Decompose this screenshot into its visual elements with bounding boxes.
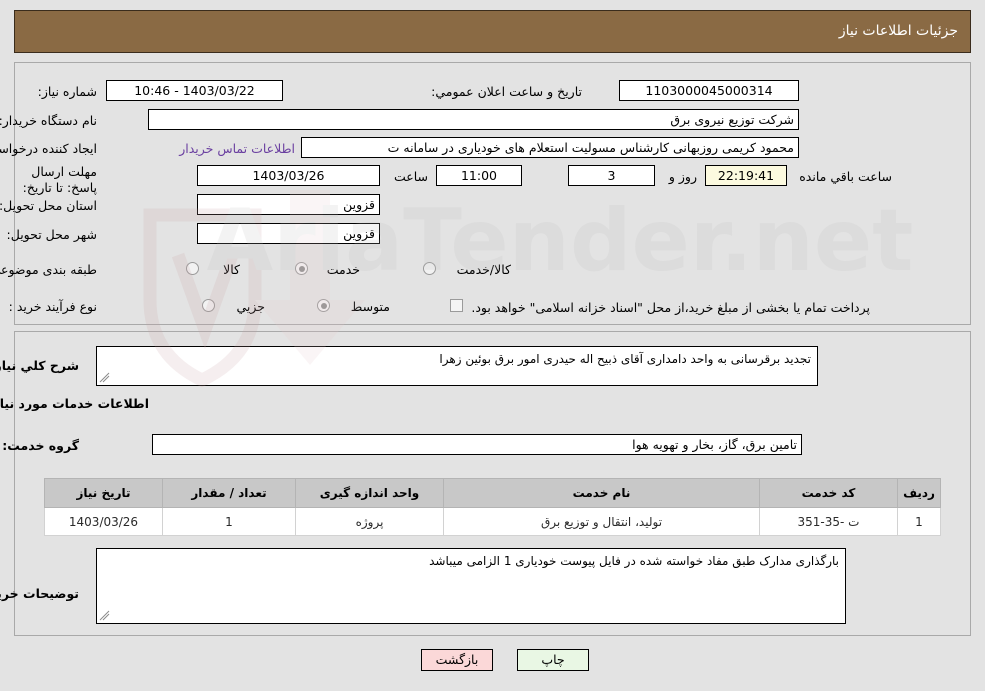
province-value: قزوین [197, 194, 380, 215]
general-description-textarea[interactable]: تجدید برقرسانی به واحد دامداری آقای ذبیح… [96, 346, 818, 386]
general-description-value: تجدید برقرسانی به واحد دامداری آقای ذبیح… [439, 352, 811, 366]
radio-process-medium[interactable] [317, 299, 330, 312]
category-label: طبقه بندی موضوعی: [0, 262, 97, 277]
buyer-notes-label: توضیحات خریدار: [0, 586, 79, 601]
page-title: جزئیات اطلاعات نیاز [838, 23, 958, 39]
public-announce-label: تاریخ و ساعت اعلان عمومي: [431, 84, 582, 99]
services-info-title: اطلاعات خدمات مورد نیاز [0, 396, 149, 411]
general-description-label: شرح کلي نیاز: [0, 358, 79, 373]
deadline-date-value: 1403/03/26 [197, 165, 380, 186]
th-row-number: ردیف [897, 478, 941, 508]
cell-measure-unit: پروژه [295, 507, 444, 536]
treasury-bonds-label: پرداخت تمام یا بخشی از مبلغ خرید،از محل … [471, 300, 870, 315]
page-root: جزئیات اطلاعات نیاز شماره نیاز: 11030000… [0, 0, 985, 691]
buyer-notes-textarea[interactable]: بارگذاری مدارک طبق مفاد خواسته شده در فا… [96, 548, 846, 624]
days-suffix-label: روز و [668, 169, 697, 184]
countdown-suffix-label: ساعت باقي مانده [799, 169, 892, 184]
treasury-bonds-checkbox[interactable] [450, 299, 463, 312]
th-need-date: تاریخ نیاز [44, 478, 163, 508]
th-service-code: کد خدمت [759, 478, 898, 508]
buyer-contact-link[interactable]: اطلاعات تماس خریدار [179, 141, 295, 156]
resize-grip-icon[interactable] [99, 372, 111, 384]
cell-quantity: 1 [162, 507, 296, 536]
hour-label: ساعت [393, 169, 428, 184]
radio-process-minor-label: جزیي [236, 299, 265, 314]
print-button[interactable]: چاپ [517, 649, 589, 671]
cell-service-name: تولید، انتقال و توزیع برق [443, 507, 760, 536]
province-label: استان محل تحویل: [0, 198, 97, 213]
radio-category-service[interactable] [295, 262, 308, 275]
table-row: 1 ت -35-351 تولید، انتقال و توزیع برق پر… [44, 507, 941, 536]
radio-category-goods-service[interactable] [423, 262, 436, 275]
deadline-time-value: 11:00 [436, 165, 522, 186]
radio-category-goods-label: کالا [223, 262, 240, 277]
cell-row-number: 1 [897, 507, 941, 536]
radio-process-medium-label: متوسط [350, 299, 390, 314]
deadline-label: مهلت ارسال پاسخ: تا تاریخ: [22, 164, 97, 195]
buyer-org-label: نام دستگاه خریدار: [0, 113, 97, 128]
cell-need-date: 1403/03/26 [44, 507, 163, 536]
need-number-value: 1103000045000314 [619, 80, 799, 101]
radio-category-service-label: خدمت [326, 262, 360, 277]
th-measure-unit: واحد اندازه گیری [295, 478, 444, 508]
radio-category-goods-service-label: کالا/خدمت [456, 262, 511, 277]
th-service-name: نام خدمت [443, 478, 760, 508]
service-group-value: تامین برق، گاز، بخار و تهویه هوا [152, 434, 802, 455]
radio-process-minor[interactable] [202, 299, 215, 312]
creator-value: محمود کریمی روزبهانی کارشناس مسولیت استع… [301, 137, 799, 158]
countdown-value: 22:19:41 [705, 165, 787, 186]
resize-grip-icon-2[interactable] [99, 610, 111, 622]
remaining-days-value: 3 [568, 165, 655, 186]
radio-category-goods[interactable] [186, 262, 199, 275]
city-label: شهر محل تحویل: [6, 227, 97, 242]
th-quantity: تعداد / مقدار [162, 478, 296, 508]
city-value: قزوین [197, 223, 380, 244]
need-number-label: شماره نیاز: [37, 84, 97, 99]
process-type-label: نوع فرآیند خرید : [8, 299, 97, 314]
creator-label: ایجاد کننده درخواست: [0, 141, 97, 156]
need-summary-panel [14, 62, 971, 325]
services-table: ردیف کد خدمت نام خدمت واحد اندازه گیری ت… [44, 478, 941, 536]
public-announce-value: 1403/03/22 - 10:46 [106, 80, 283, 101]
back-button[interactable]: بازگشت [421, 649, 493, 671]
service-group-label: گروه خدمت: [2, 438, 79, 453]
buyer-notes-value: بارگذاری مدارک طبق مفاد خواسته شده در فا… [429, 554, 839, 568]
buyer-org-value: شرکت توزیع نیروی برق [148, 109, 799, 130]
table-header-row: ردیف کد خدمت نام خدمت واحد اندازه گیری ت… [44, 478, 941, 508]
cell-service-code: ت -35-351 [759, 507, 898, 536]
page-header: جزئیات اطلاعات نیاز [14, 10, 971, 53]
